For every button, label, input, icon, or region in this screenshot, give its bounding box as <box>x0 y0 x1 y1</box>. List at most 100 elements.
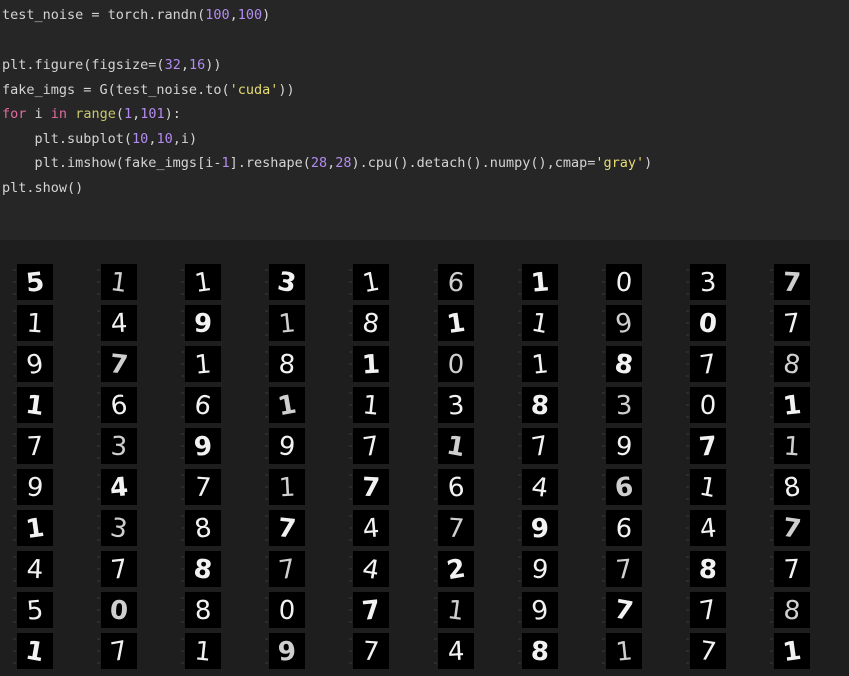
generated-digit: 9 <box>614 431 634 463</box>
code-line: for i in range(1,101): <box>2 103 181 125</box>
generated-digit: 4 <box>447 637 465 668</box>
digit-subplot: 7 <box>265 551 305 587</box>
code-token: 28 <box>335 155 352 171</box>
digit-subplot: 8 <box>349 305 389 341</box>
digit-subplot: 7 <box>97 633 137 669</box>
generated-digit: 9 <box>25 472 45 504</box>
digit-subplot: 4 <box>97 305 137 341</box>
code-token: 16 <box>188 57 206 73</box>
code-token: for <box>2 106 27 122</box>
digit-subplot: 0 <box>97 592 137 628</box>
code-token: 101 <box>140 106 165 122</box>
code-token: 10 <box>132 131 149 147</box>
digit-subplot: 1 <box>518 305 558 341</box>
generated-digit: 9 <box>530 514 550 545</box>
generated-digit: 7 <box>361 473 381 504</box>
digit-subplot: 7 <box>13 428 53 464</box>
digit-subplot: 8 <box>602 346 642 382</box>
digit-subplot: 8 <box>770 592 810 628</box>
digit-subplot: 3 <box>686 264 726 300</box>
generated-digit: 4 <box>698 513 718 545</box>
digit-subplot: 3 <box>97 510 137 546</box>
code-token: )) <box>278 82 295 98</box>
digit-subplot: 9 <box>518 510 558 546</box>
code-token: 1 <box>221 155 230 171</box>
generated-digit: 5 <box>25 267 46 299</box>
generated-digit: 3 <box>615 391 633 422</box>
digit-subplot: 9 <box>602 428 642 464</box>
digit-subplot: 1 <box>181 633 221 669</box>
code-token: 32 <box>164 57 181 73</box>
generated-digit: 8 <box>194 596 212 627</box>
digit-subplot: 7 <box>181 469 221 505</box>
digit-subplot: 7 <box>686 592 726 628</box>
digit-subplot: 6 <box>97 387 137 423</box>
generated-digit: 0 <box>447 350 465 381</box>
output-cell: 5113161037149181190797181018781661138301… <box>0 240 849 676</box>
digit-subplot: 1 <box>13 305 53 341</box>
digit-subplot: 4 <box>686 510 726 546</box>
code-token: ) <box>644 155 653 171</box>
generated-digit: 7 <box>698 431 719 462</box>
digit-subplot: 7 <box>434 510 474 546</box>
digit-subplot: 3 <box>602 387 642 423</box>
digit-subplot: 1 <box>518 346 558 382</box>
digit-subplot: 4 <box>349 510 389 546</box>
generated-digit: 0 <box>109 595 129 626</box>
digit-subplot: 1 <box>13 633 53 669</box>
generated-digit: 4 <box>109 472 130 503</box>
code-cell[interactable]: test_noise = torch.randn(100,100) plt.fi… <box>0 0 849 240</box>
code-token: range <box>75 106 116 122</box>
digit-subplot: 2 <box>434 551 474 587</box>
digit-subplot: 1 <box>434 428 474 464</box>
digit-subplot: 1 <box>97 264 137 300</box>
code-token: 'cuda' <box>229 82 279 98</box>
digit-subplot: 4 <box>349 551 389 587</box>
digit-subplot: 8 <box>518 387 558 423</box>
generated-digit: 0 <box>699 391 717 422</box>
digit-subplot: 7 <box>349 592 389 628</box>
digit-subplot: 7 <box>349 469 389 505</box>
digit-subplot: 6 <box>181 387 221 423</box>
generated-digit: 8 <box>782 595 802 627</box>
digit-subplot: 4 <box>13 551 53 587</box>
generated-digit: 1 <box>530 349 550 381</box>
digit-subplot: 9 <box>265 633 305 669</box>
digit-subplot: 1 <box>770 387 810 423</box>
code-token: 100 <box>237 7 263 23</box>
generated-digit: 7 <box>26 432 44 463</box>
digit-subplot: 1 <box>434 592 474 628</box>
digit-subplot: 7 <box>686 428 726 464</box>
generated-digit: 1 <box>614 636 634 668</box>
digit-subplot: 1 <box>13 510 53 546</box>
digit-subplot: 9 <box>13 469 53 505</box>
digit-subplot: 1 <box>181 346 221 382</box>
digit-subplot: 9 <box>518 592 558 628</box>
digit-subplot: 8 <box>770 469 810 505</box>
digit-subplot: 0 <box>602 264 642 300</box>
generated-digit: 4 <box>362 513 381 544</box>
digit-subplot: 1 <box>434 305 474 341</box>
generated-digit: 6 <box>446 267 466 299</box>
generated-digit: 6 <box>615 514 633 545</box>
code-token: ).cpu().detach().numpy(),cmap= <box>351 155 596 171</box>
generated-digit: 1 <box>361 350 381 381</box>
digit-subplot: 0 <box>265 592 305 628</box>
generated-digit: 1 <box>194 349 213 380</box>
code-line: test_noise = torch.randn(100,100) <box>2 4 270 26</box>
code-token: , <box>229 7 238 23</box>
code-token: ].reshape( <box>229 155 311 171</box>
code-token: )) <box>205 57 222 73</box>
digit-subplot: 1 <box>349 264 389 300</box>
code-line: plt.imshow(fake_imgs[i-1].reshape(28,28)… <box>2 152 653 174</box>
generated-digit: 8 <box>530 637 550 668</box>
digit-subplot: 8 <box>265 346 305 382</box>
digit-subplot: 8 <box>181 510 221 546</box>
generated-digit: 7 <box>108 349 129 381</box>
digit-subplot: 5 <box>13 264 53 300</box>
generated-digit: 4 <box>26 555 44 586</box>
generated-digit: 8 <box>278 349 297 380</box>
generated-digit: 3 <box>110 432 128 463</box>
digit-subplot: 0 <box>434 346 474 382</box>
